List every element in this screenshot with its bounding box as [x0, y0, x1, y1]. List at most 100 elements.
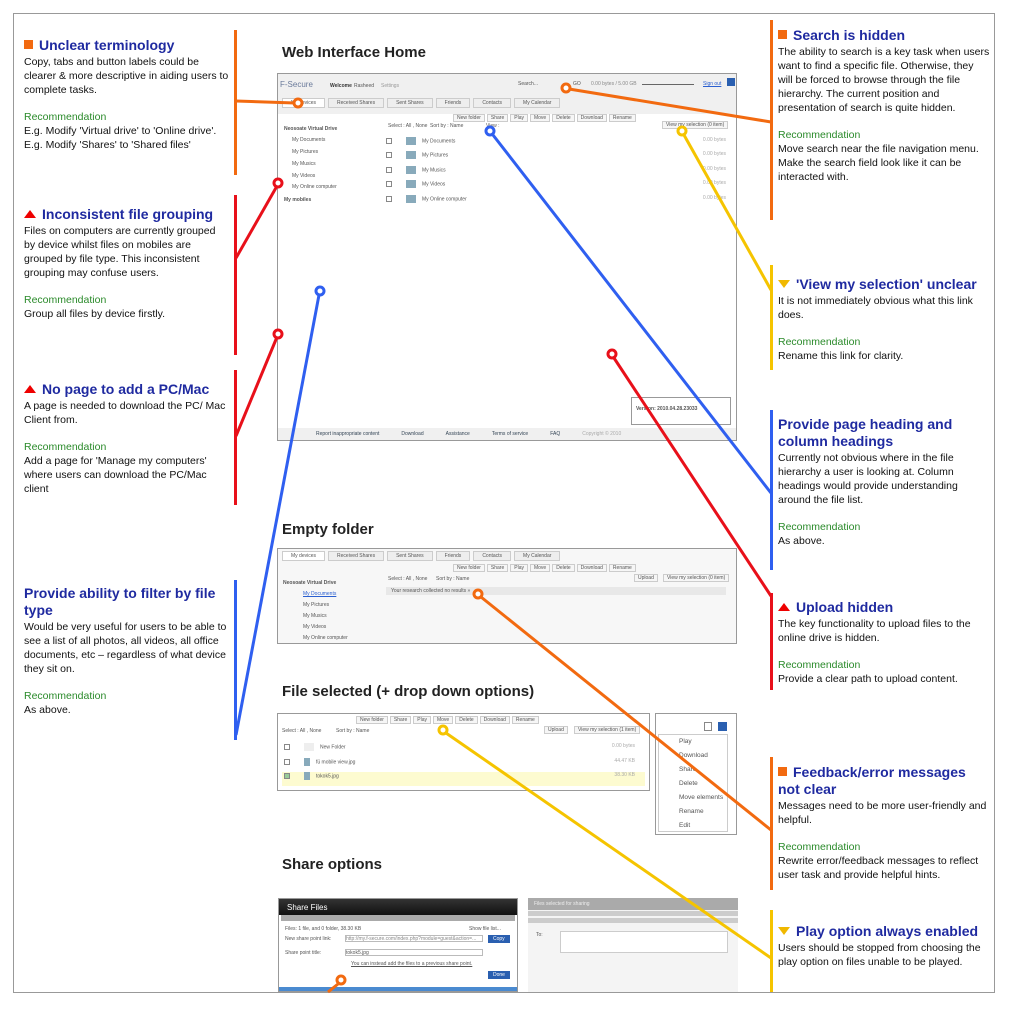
upload-button[interactable]: Upload: [544, 726, 568, 734]
delete-button[interactable]: Delete: [552, 564, 575, 572]
tree-root[interactable]: Neosoate Virtual Drive: [283, 580, 336, 586]
checkbox[interactable]: [386, 181, 392, 187]
menu-item-rename[interactable]: Rename: [679, 805, 727, 819]
tree-item[interactable]: My Videos: [303, 624, 326, 630]
tree-item[interactable]: My Online computer: [292, 184, 337, 190]
view-toggle[interactable]: View :: [486, 123, 500, 129]
select-links[interactable]: Select : All , None: [388, 123, 427, 129]
upload-button[interactable]: Upload: [634, 574, 658, 582]
menu-item-move[interactable]: Move elements: [679, 791, 727, 805]
view-selection-link[interactable]: View my selection (0 item): [663, 574, 730, 582]
tree-item[interactable]: My Online computer: [303, 635, 348, 641]
play-button[interactable]: Play: [413, 716, 431, 724]
tree-item[interactable]: My Documents: [303, 591, 336, 597]
sort-by[interactable]: Sort by : Name: [430, 123, 463, 129]
tab-friends[interactable]: Friends: [435, 551, 471, 561]
tab-calendar[interactable]: My Calendar: [514, 551, 561, 561]
select-links[interactable]: Select : All , None: [282, 728, 321, 734]
file-row-selected[interactable]: tokok5.jpg 38.30 KB: [282, 772, 645, 786]
file-row[interactable]: My Documents 0.00 bytes: [386, 137, 726, 151]
footer-link[interactable]: Report inappropriate content: [316, 431, 379, 440]
footer-link[interactable]: Assistance: [446, 431, 470, 440]
menu-item-download[interactable]: Download: [679, 749, 727, 763]
checkbox[interactable]: [284, 759, 290, 765]
show-file-list-link[interactable]: Show file list...: [469, 926, 501, 932]
delete-button[interactable]: Delete: [455, 716, 478, 724]
search-input[interactable]: Search...: [518, 81, 538, 87]
info-icon[interactable]: [727, 78, 735, 86]
tree-item[interactable]: My Videos: [292, 173, 315, 179]
rename-button[interactable]: Rename: [608, 114, 636, 122]
menu-item-play[interactable]: Play: [679, 735, 727, 749]
footer-link[interactable]: Download: [401, 431, 423, 440]
checkbox[interactable]: [386, 138, 392, 144]
file-row[interactable]: fü mobile view.jpg 44.47 KB: [284, 758, 645, 772]
settings-link[interactable]: Settings: [381, 83, 399, 89]
download-button[interactable]: Download: [479, 716, 510, 724]
tab-calendar[interactable]: My Calendar: [514, 98, 561, 108]
move-button[interactable]: Move: [529, 114, 551, 122]
share-button[interactable]: Share: [486, 564, 509, 572]
checkbox-checked[interactable]: [284, 773, 290, 779]
file-row[interactable]: My Musics 0.00 bytes: [386, 166, 726, 180]
menu-item-delete[interactable]: Delete: [679, 777, 727, 791]
checkbox[interactable]: [386, 167, 392, 173]
view-selection-link[interactable]: View my selection (1 item): [574, 726, 641, 734]
tab-received-shares[interactable]: Received Shares: [328, 98, 385, 108]
checkbox[interactable]: [386, 152, 392, 158]
menu-item-edit[interactable]: Edit: [679, 819, 727, 833]
new-folder-button[interactable]: New folder: [356, 716, 388, 724]
tab-my-devices[interactable]: My devices: [282, 98, 326, 108]
download-button[interactable]: Download: [576, 114, 607, 122]
new-folder-button[interactable]: New folder: [453, 114, 485, 122]
tree-item[interactable]: My Pictures: [292, 149, 318, 155]
menu-button[interactable]: [718, 722, 727, 731]
play-button[interactable]: Play: [510, 114, 528, 122]
footer-link[interactable]: Terms of service: [492, 431, 528, 440]
share-title-field[interactable]: tokok5.jpg: [345, 949, 483, 956]
copy-button[interactable]: Copy: [488, 935, 510, 943]
share-link-field[interactable]: http://my.f-secure.com/index.php?module=…: [345, 935, 483, 942]
tree-item[interactable]: My Musics: [303, 613, 327, 619]
tab-sent-shares[interactable]: Sent Shares: [387, 98, 433, 108]
share-button[interactable]: Share: [389, 716, 412, 724]
checkbox[interactable]: [284, 744, 290, 750]
checkbox[interactable]: [704, 722, 712, 731]
file-row[interactable]: My Online computer 0.00 bytes: [386, 195, 726, 209]
checkbox[interactable]: [386, 196, 392, 202]
new-folder-button[interactable]: New folder: [453, 564, 485, 572]
file-row[interactable]: My Videos 0.00 bytes: [386, 180, 726, 194]
tab-sent-shares[interactable]: Sent Shares: [387, 551, 433, 561]
tree-item[interactable]: My Pictures: [303, 602, 329, 608]
move-button[interactable]: Move: [529, 564, 551, 572]
file-row[interactable]: New Folder 0.00 bytes: [284, 743, 645, 757]
menu-item-share[interactable]: Share: [679, 763, 727, 777]
tab-friends[interactable]: Friends: [435, 98, 471, 108]
tree-root[interactable]: Neosoate Virtual Drive: [284, 126, 337, 132]
delete-button[interactable]: Delete: [552, 114, 575, 122]
tab-received-shares[interactable]: Received Shares: [328, 551, 385, 561]
tree-mobiles[interactable]: My mobiles: [284, 197, 311, 203]
view-selection-link[interactable]: View my selection (0 item): [662, 121, 729, 129]
rename-button[interactable]: Rename: [608, 564, 636, 572]
signout-link[interactable]: Sign out: [703, 81, 721, 87]
to-field[interactable]: [560, 931, 728, 953]
select-links[interactable]: Select : All , None: [388, 576, 427, 582]
previous-share-link[interactable]: You can instead add the files to a previ…: [351, 961, 472, 967]
move-button[interactable]: Move: [432, 716, 454, 724]
tab-contacts[interactable]: Contacts: [473, 551, 512, 561]
footer-link[interactable]: FAQ: [550, 431, 560, 440]
tree-item[interactable]: My Documents: [292, 137, 325, 143]
sort-by[interactable]: Sort by : Name: [436, 576, 469, 582]
search-go-button[interactable]: GO: [573, 81, 581, 87]
sort-by[interactable]: Sort by : Name: [336, 728, 369, 734]
done-button[interactable]: Done: [488, 971, 510, 979]
tab-my-devices[interactable]: My devices: [282, 551, 326, 561]
tree-item[interactable]: My Musics: [292, 161, 316, 167]
download-button[interactable]: Download: [576, 564, 607, 572]
play-button[interactable]: Play: [510, 564, 528, 572]
file-row[interactable]: My Pictures 0.00 bytes: [386, 151, 726, 165]
tab-contacts[interactable]: Contacts: [473, 98, 512, 108]
share-button[interactable]: Share: [486, 114, 509, 122]
rename-button[interactable]: Rename: [511, 716, 539, 724]
